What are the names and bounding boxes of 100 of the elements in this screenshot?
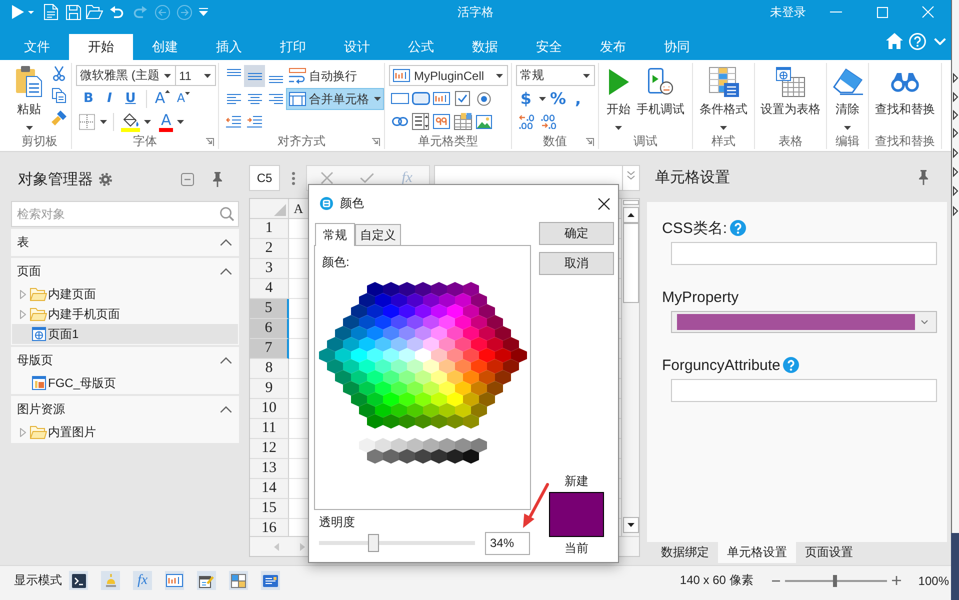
merge-cells-button[interactable]: 合并单元格 <box>286 88 384 110</box>
split-handle-icon[interactable] <box>622 200 638 205</box>
chevron-up-icon[interactable] <box>220 268 232 274</box>
cell-type-dropdown[interactable]: MyPluginCell <box>389 65 508 86</box>
new-file-icon[interactable] <box>44 4 58 20</box>
text-input-field[interactable] <box>671 242 937 265</box>
row-header[interactable]: 11 <box>250 419 289 439</box>
find-replace-button[interactable]: 查找和替换 <box>873 66 937 118</box>
number-format-dropdown[interactable]: 常规 <box>516 65 595 86</box>
caret-icon[interactable] <box>164 74 171 78</box>
phone-debug-button[interactable]: 手机调试 <box>634 66 686 118</box>
display-mode-button[interactable] <box>69 571 88 590</box>
row-header[interactable]: 4 <box>250 279 289 299</box>
row-header[interactable]: 8 <box>250 359 289 379</box>
caret-icon[interactable] <box>26 126 32 130</box>
paste-button[interactable]: 粘贴 <box>16 66 42 118</box>
row-header[interactable]: 10 <box>250 399 289 419</box>
shade-hexagon-drawing[interactable] <box>358 438 486 464</box>
pin-icon[interactable] <box>919 170 928 184</box>
pin-icon[interactable] <box>213 172 222 187</box>
clear-button[interactable]: 清除 <box>832 66 863 118</box>
name-box[interactable]: C5 <box>249 165 280 191</box>
font-color-button[interactable]: A <box>159 112 174 132</box>
home-icon[interactable] <box>886 33 903 49</box>
scissors-icon[interactable] <box>53 66 65 81</box>
table-icon[interactable] <box>454 113 472 130</box>
zoom-in-icon[interactable] <box>892 576 902 585</box>
row-header[interactable]: 5 <box>250 299 289 319</box>
panel-tab[interactable]: 页面设置 <box>796 542 862 563</box>
dialog-launcher-icon[interactable] <box>372 138 380 146</box>
chevron-up-icon[interactable] <box>220 356 232 364</box>
italic-button[interactable]: I <box>99 88 120 109</box>
search-field[interactable]: 检索对象 <box>11 201 239 227</box>
caret-icon[interactable] <box>144 120 151 124</box>
tree-item[interactable]: 页面1 <box>12 324 238 344</box>
increase-indent-icon[interactable] <box>247 116 262 128</box>
row-header[interactable]: 13 <box>250 459 289 479</box>
panel-tab[interactable]: 数据绑定 <box>652 542 718 563</box>
search-icon[interactable] <box>220 207 234 221</box>
slider-thumb[interactable] <box>368 534 380 552</box>
panel-tab[interactable]: 单元格设置 <box>718 542 796 563</box>
minimize-icon[interactable] <box>830 11 842 13</box>
row-header[interactable]: 15 <box>250 499 289 519</box>
row-header[interactable]: 1 <box>250 219 289 239</box>
chevron-up-icon[interactable] <box>220 406 232 412</box>
customize-icon[interactable] <box>199 8 208 16</box>
decrease-indent-icon[interactable] <box>226 116 241 128</box>
maximize-icon[interactable] <box>876 6 888 18</box>
expand-formula-button[interactable] <box>622 165 640 191</box>
row-header[interactable]: 3 <box>250 259 289 279</box>
align-middle-button[interactable] <box>244 65 265 87</box>
help-icon[interactable] <box>730 220 746 236</box>
copy-icon[interactable] <box>52 88 66 103</box>
tree-item[interactable]: 内建页面 <box>12 284 238 304</box>
row-header[interactable]: 6 <box>250 319 289 339</box>
caret-icon[interactable] <box>204 74 211 78</box>
decrease-decimal-icon[interactable] <box>541 114 557 129</box>
grow-font-button[interactable]: A <box>152 88 173 109</box>
increase-decimal-icon[interactable] <box>519 114 535 129</box>
caret-icon[interactable] <box>496 74 503 78</box>
caret-icon[interactable] <box>538 96 546 100</box>
image-icon[interactable] <box>476 114 492 128</box>
format-painter-icon[interactable] <box>51 110 67 126</box>
caret-icon[interactable] <box>583 74 590 78</box>
link-icon[interactable] <box>392 117 408 126</box>
currency-button[interactable]: $ <box>516 88 536 109</box>
button-icon[interactable] <box>390 93 408 104</box>
format-as-table-button[interactable]: 设置为表格 <box>758 66 822 118</box>
comma-style-button[interactable]: , <box>568 88 588 109</box>
cancel-icon[interactable] <box>321 172 333 184</box>
settings-icon[interactable] <box>99 173 112 186</box>
play-icon[interactable] <box>12 5 24 19</box>
more-options-icon[interactable] <box>292 172 294 184</box>
tree-item[interactable]: FGC_母版页 <box>12 373 238 393</box>
collapse-all-icon[interactable] <box>181 173 194 186</box>
expand-triangle-icon[interactable] <box>20 428 26 436</box>
ribbon-tab[interactable]: 开始 <box>69 34 133 60</box>
textbox-icon[interactable] <box>433 92 450 105</box>
dialog-tab[interactable]: 自定义 <box>355 224 401 245</box>
scroll-down-icon[interactable] <box>622 517 638 533</box>
tree-item[interactable]: 内置图片 <box>12 422 238 442</box>
help-icon[interactable] <box>909 32 926 50</box>
scrollbar-thumb[interactable] <box>622 223 638 303</box>
color-hexagon-drawing[interactable] <box>318 282 526 429</box>
row-header[interactable]: 2 <box>250 239 289 259</box>
expand-triangle-icon[interactable] <box>20 310 26 318</box>
caret-icon[interactable] <box>720 126 727 130</box>
percent-button[interactable]: % <box>548 88 568 109</box>
chevron-down-icon[interactable] <box>934 38 946 44</box>
dialog-tab[interactable]: 常规 <box>315 223 355 246</box>
checkbox-icon[interactable] <box>455 91 470 106</box>
open-folder-icon[interactable] <box>86 5 103 19</box>
font-size-dropdown[interactable]: 11 <box>175 65 216 86</box>
dialog-launcher-icon[interactable] <box>586 138 594 146</box>
number-field-icon[interactable] <box>433 114 450 129</box>
scroll-up-icon[interactable] <box>622 207 638 223</box>
ok-button[interactable]: 确定 <box>539 222 614 245</box>
row-header[interactable]: 7 <box>250 339 289 359</box>
color-dropdown[interactable] <box>671 311 937 333</box>
display-mode-button[interactable] <box>197 571 216 590</box>
